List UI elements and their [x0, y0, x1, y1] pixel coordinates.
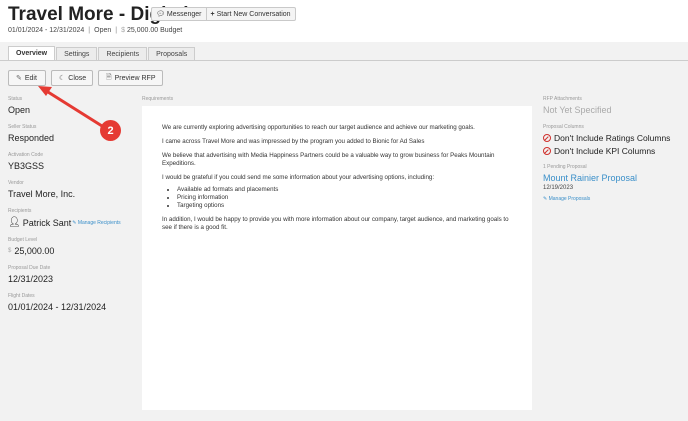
- recipient-row: 👤︎ Patrick Sant ✎ Manage Recipients: [8, 217, 136, 228]
- attachments-value: Not Yet Specified: [543, 105, 612, 115]
- list-item: Available ad formats and placements: [177, 186, 512, 194]
- preview-rfp-label: Preview RFP: [114, 74, 156, 82]
- tab-divider: [0, 60, 688, 61]
- budget-level-row: $ 25,000.00: [8, 246, 136, 256]
- exclusion-ratings: Don't Include Ratings Columns: [543, 133, 683, 143]
- flight-dates-field: Flight Dates 01/01/2024 - 12/31/2024: [8, 293, 136, 312]
- list-item: Targeting options: [177, 202, 512, 210]
- activation-code-label: Activation Code: [8, 152, 44, 158]
- tab-settings[interactable]: Settings: [56, 47, 98, 60]
- due-date-field: Proposal Due Date 12/31/2023: [8, 265, 136, 284]
- chat-icon: 💬︎: [156, 11, 165, 18]
- recipients-field: Recipients 👤︎ Patrick Sant ✎ Manage Reci…: [8, 208, 136, 228]
- manage-recipients-link[interactable]: ✎ Manage Recipients: [72, 220, 120, 226]
- start-conversation-button[interactable]: + Start New Conversation: [205, 8, 295, 20]
- action-bar: ✎ Edit ☾ Close 🗎︎ Preview RFP: [8, 70, 168, 86]
- summary-budget: 25,000.00 Budget: [126, 27, 183, 34]
- summary-date-range: 01/01/2024 - 12/31/2024: [8, 27, 85, 34]
- exclusion-label: Don't Include KPI Columns: [554, 146, 656, 156]
- budget-level-field: Budget Level $ 25,000.00: [8, 237, 136, 256]
- activation-code-field: Activation Code YB3GSS: [8, 152, 136, 171]
- messenger-button[interactable]: 💬︎ Messenger: [152, 8, 206, 20]
- close-button[interactable]: ☾ Close: [51, 70, 93, 86]
- flight-dates-value: 01/01/2024 - 12/31/2024: [8, 302, 107, 312]
- requirements-label: Requirements: [142, 96, 174, 102]
- requirements-panel: We are currently exploring advertising o…: [142, 106, 532, 410]
- page-header: Travel More - Digital 💬︎ Messenger + Sta…: [0, 0, 688, 42]
- ban-icon: [543, 147, 551, 155]
- recipient-name: Patrick Sant: [22, 217, 72, 228]
- exclusion-label: Don't Include Ratings Columns: [554, 133, 671, 143]
- activation-code-value: YB3GSS: [8, 161, 45, 171]
- edit-button[interactable]: ✎ Edit: [8, 70, 46, 86]
- exclusion-kpi: Don't Include KPI Columns: [543, 146, 683, 156]
- preview-rfp-button[interactable]: 🗎︎ Preview RFP: [98, 70, 163, 86]
- plus-icon: +: [210, 10, 215, 18]
- manage-recipients-label: Manage Recipients: [77, 219, 121, 226]
- list-item: Pricing information: [177, 194, 512, 202]
- requirements-paragraph: We believe that advertising with Media H…: [162, 152, 495, 168]
- person-icon: 👤︎: [8, 217, 21, 228]
- proposal-date: 12/19/2023: [543, 185, 574, 191]
- manage-proposals-link[interactable]: ✎ Manage Proposals: [543, 196, 683, 202]
- tab-bar: Overview Settings Recipients Proposals: [8, 46, 196, 60]
- tab-recipients[interactable]: Recipients: [98, 47, 148, 60]
- requirements-list: Available ad formats and placements Pric…: [177, 186, 512, 209]
- pencil-icon: ✎: [16, 75, 22, 82]
- status-field: Status Open: [8, 96, 136, 115]
- requirements-text: We are currently exploring advertising o…: [162, 124, 512, 238]
- vendor-label: Vendor: [8, 180, 24, 186]
- manage-proposals-label: Manage Proposals: [548, 196, 591, 202]
- tab-proposals[interactable]: Proposals: [148, 47, 196, 60]
- proposal-link[interactable]: Mount Rainier Proposal: [543, 173, 683, 183]
- separator: |: [88, 27, 91, 34]
- status-value: Open: [8, 105, 31, 115]
- requirements-paragraph: We are currently exploring advertising o…: [162, 124, 475, 131]
- proposal-columns-label: Proposal Columns: [543, 124, 584, 130]
- flight-dates-label: Flight Dates: [8, 293, 35, 299]
- due-date-value: 12/31/2023: [8, 274, 54, 284]
- budget-level-value: 25,000.00: [14, 246, 55, 256]
- conversation-button-group: 💬︎ Messenger + Start New Conversation: [151, 7, 296, 21]
- vendor-field: Vendor Travel More, Inc.: [8, 180, 136, 199]
- separator: |: [115, 27, 118, 34]
- document-icon: 🗎︎: [106, 73, 112, 81]
- summary-status: Open: [94, 27, 112, 34]
- ban-icon: [543, 134, 551, 142]
- due-date-label: Proposal Due Date: [8, 265, 51, 271]
- budget-level-label: Budget Level: [8, 237, 38, 243]
- messenger-label: Messenger: [166, 10, 202, 18]
- dollar-icon: $: [121, 27, 125, 34]
- edit-label: Edit: [24, 74, 37, 82]
- attachments-label: RFP Attachments: [543, 96, 582, 102]
- step-badge: 2: [100, 120, 121, 141]
- start-conversation-label: Start New Conversation: [216, 10, 291, 18]
- summary-line: 01/01/2024 - 12/31/2024 | Open | $25,000.00 …: [8, 27, 182, 34]
- moon-icon: ☾: [59, 75, 66, 82]
- arrow-head: [38, 86, 52, 96]
- right-sidebar: RFP Attachments Not Yet Specified Propos…: [543, 96, 683, 202]
- pending-proposal-label: 1 Pending Proposal: [543, 164, 587, 170]
- requirements-paragraph: I came across Travel More and was impres…: [162, 138, 425, 146]
- dollar-icon: $: [8, 248, 12, 254]
- close-label: Close: [68, 74, 87, 82]
- tab-overview[interactable]: Overview: [8, 46, 56, 60]
- status-label: Status: [8, 96, 23, 102]
- recipients-label: Recipients: [8, 208, 32, 214]
- requirements-paragraph: I would be grateful if you could send me…: [162, 174, 435, 182]
- vendor-value: Travel More, Inc.: [8, 189, 76, 199]
- requirements-paragraph: In addition, I would be happy to provide…: [162, 215, 509, 231]
